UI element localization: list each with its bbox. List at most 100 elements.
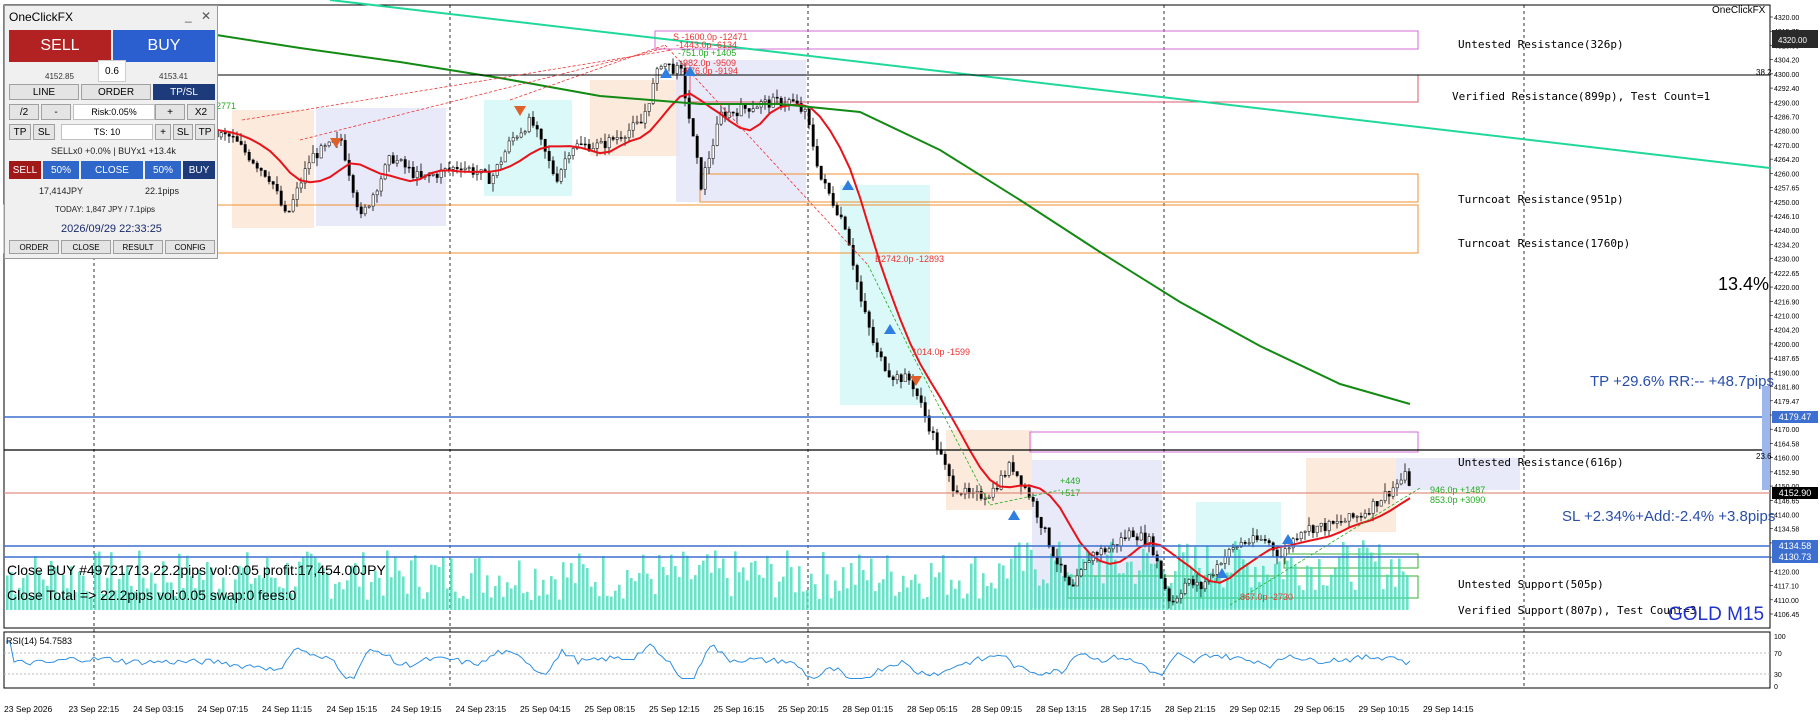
candle-body [951, 475, 955, 491]
volume-bar [1126, 562, 1129, 610]
volume-bar [770, 563, 773, 610]
ts-plus-button[interactable]: + [155, 124, 171, 140]
x2-button[interactable]: X2 [187, 104, 215, 120]
sell-50-button[interactable]: 50% [43, 161, 79, 179]
volume-bar [1014, 545, 1017, 610]
volume-bar [1338, 556, 1341, 610]
tab-config[interactable]: CONFIG [165, 240, 215, 254]
volume-bar [1310, 567, 1313, 610]
volume-bar [1330, 574, 1333, 610]
close-all-button[interactable]: CLOSE [81, 161, 143, 179]
candle-body [1303, 531, 1307, 533]
candle-body [707, 158, 711, 168]
candle-body [927, 415, 931, 432]
candle-body [635, 121, 639, 124]
candle-body [235, 136, 239, 142]
order-button[interactable]: ORDER [81, 84, 151, 100]
volume-bar [1114, 559, 1117, 610]
candle-body [307, 162, 311, 169]
buy-button[interactable]: BUY [113, 30, 215, 62]
candle-body [263, 170, 267, 177]
half-button[interactable]: /2 [9, 104, 39, 120]
volume-bar [1094, 576, 1097, 610]
volume-bar [702, 560, 705, 610]
candle-body [775, 96, 779, 99]
candle-body [1259, 538, 1263, 541]
time-axis-label: 29 Sep 14:15 [1423, 704, 1474, 714]
rsi-line [6, 641, 1411, 680]
time-axis-label: 28 Sep 17:15 [1101, 704, 1152, 714]
candle-body [935, 432, 939, 450]
trailing-stop-field[interactable]: TS: 10 [61, 124, 153, 140]
tp2-button[interactable]: TP [195, 124, 215, 140]
candle-body [343, 140, 347, 161]
tab-result[interactable]: RESULT [113, 240, 163, 254]
candle-body [515, 136, 519, 139]
candle-body [831, 193, 835, 206]
sell-button[interactable]: SELL [9, 30, 111, 62]
tab-close[interactable]: CLOSE [61, 240, 111, 254]
candle-body [283, 204, 287, 212]
close-icon[interactable]: ✕ [201, 9, 211, 23]
volume-bar [630, 578, 633, 610]
candle-body [1035, 501, 1039, 518]
volume-bar [1294, 565, 1297, 610]
volume-bar [714, 550, 717, 610]
tp-button[interactable]: TP [9, 124, 31, 140]
zone-untested-resistance-2 [1029, 431, 1419, 453]
time-axis-label: 25 Sep 04:15 [520, 704, 571, 714]
volume-bar [638, 573, 641, 610]
candle-body [535, 125, 539, 130]
volume-bar [414, 555, 417, 610]
volume-bar [782, 576, 785, 610]
candle-body [567, 155, 571, 160]
volume-bar [1074, 582, 1077, 610]
candle-body [811, 124, 815, 147]
sl-button[interactable]: SL [33, 124, 55, 140]
candle-body [687, 97, 691, 119]
candle-body [531, 116, 535, 126]
risk-field[interactable]: Risk:0.05% [73, 104, 155, 120]
volume-bar [1186, 543, 1189, 610]
minimize-icon[interactable]: _ [185, 9, 192, 23]
price-axis-label: 4222.65 [1774, 271, 1799, 278]
tab-order[interactable]: ORDER [9, 240, 59, 254]
candle-body [1083, 562, 1087, 570]
plus-button[interactable]: + [155, 104, 185, 120]
volume-bar [738, 572, 741, 610]
time-axis-label: 24 Sep 07:15 [198, 704, 249, 714]
volume-bar [1374, 561, 1377, 610]
volume-bar [1030, 549, 1033, 610]
volume-bar [382, 595, 385, 610]
buy-50-button[interactable]: 50% [145, 161, 181, 179]
candle-body [1275, 549, 1279, 557]
volume-bar [774, 597, 777, 610]
price-axis-label: 4220.00 [1774, 285, 1799, 292]
minus-button[interactable]: - [41, 104, 71, 120]
volume-bar [626, 569, 629, 610]
volume-bar [562, 562, 565, 610]
volume-bar [802, 591, 805, 610]
candle-body [299, 182, 303, 189]
sl2-button[interactable]: SL [173, 124, 193, 140]
tpsl-button[interactable]: TP/SL [153, 84, 215, 100]
rsi-frame [3, 631, 1771, 689]
price-axis-label: 4204.20 [1774, 328, 1799, 335]
candle-body [1243, 542, 1247, 544]
fib-38-label: 38.2 [1756, 68, 1772, 77]
price-axis-label: 4181.80 [1774, 385, 1799, 392]
line-button[interactable]: LINE [9, 84, 79, 100]
candle-body [403, 159, 407, 168]
candle-body [1071, 584, 1075, 587]
volume-bar [542, 579, 545, 610]
volume-bar [378, 577, 381, 610]
price-axis-label: 4110.00 [1774, 598, 1799, 605]
buy-small-button[interactable]: BUY [183, 161, 215, 179]
price-axis-label: 4300.00 [1774, 72, 1799, 79]
candle-body [1199, 581, 1203, 590]
sell-small-button[interactable]: SELL [9, 161, 41, 179]
candle-body [1215, 564, 1219, 575]
candle-body [1163, 578, 1167, 589]
candle-body [375, 190, 379, 196]
volume-bar [522, 593, 525, 610]
